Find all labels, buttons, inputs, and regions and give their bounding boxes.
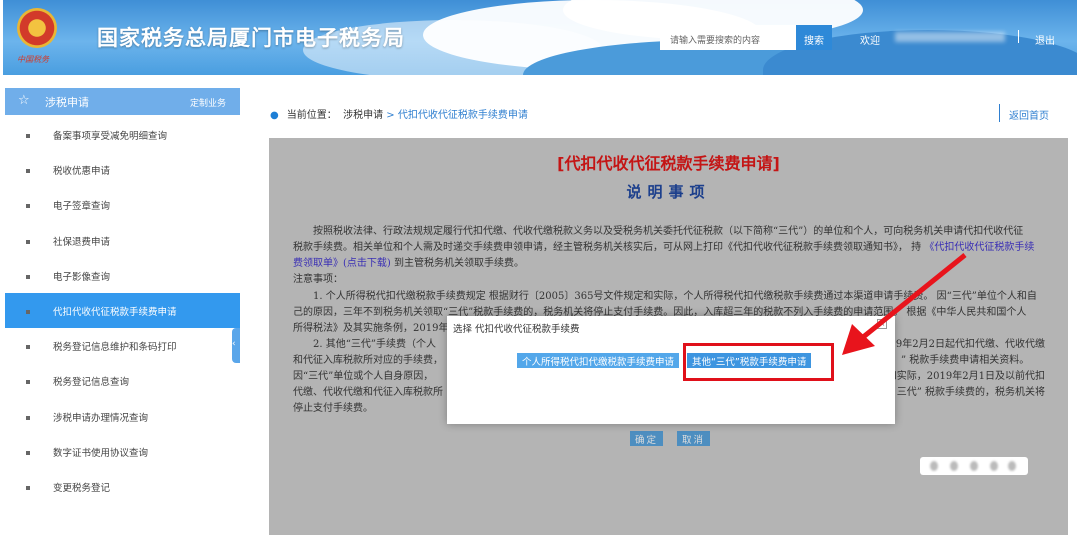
red-arrow-annotation (842, 253, 967, 355)
